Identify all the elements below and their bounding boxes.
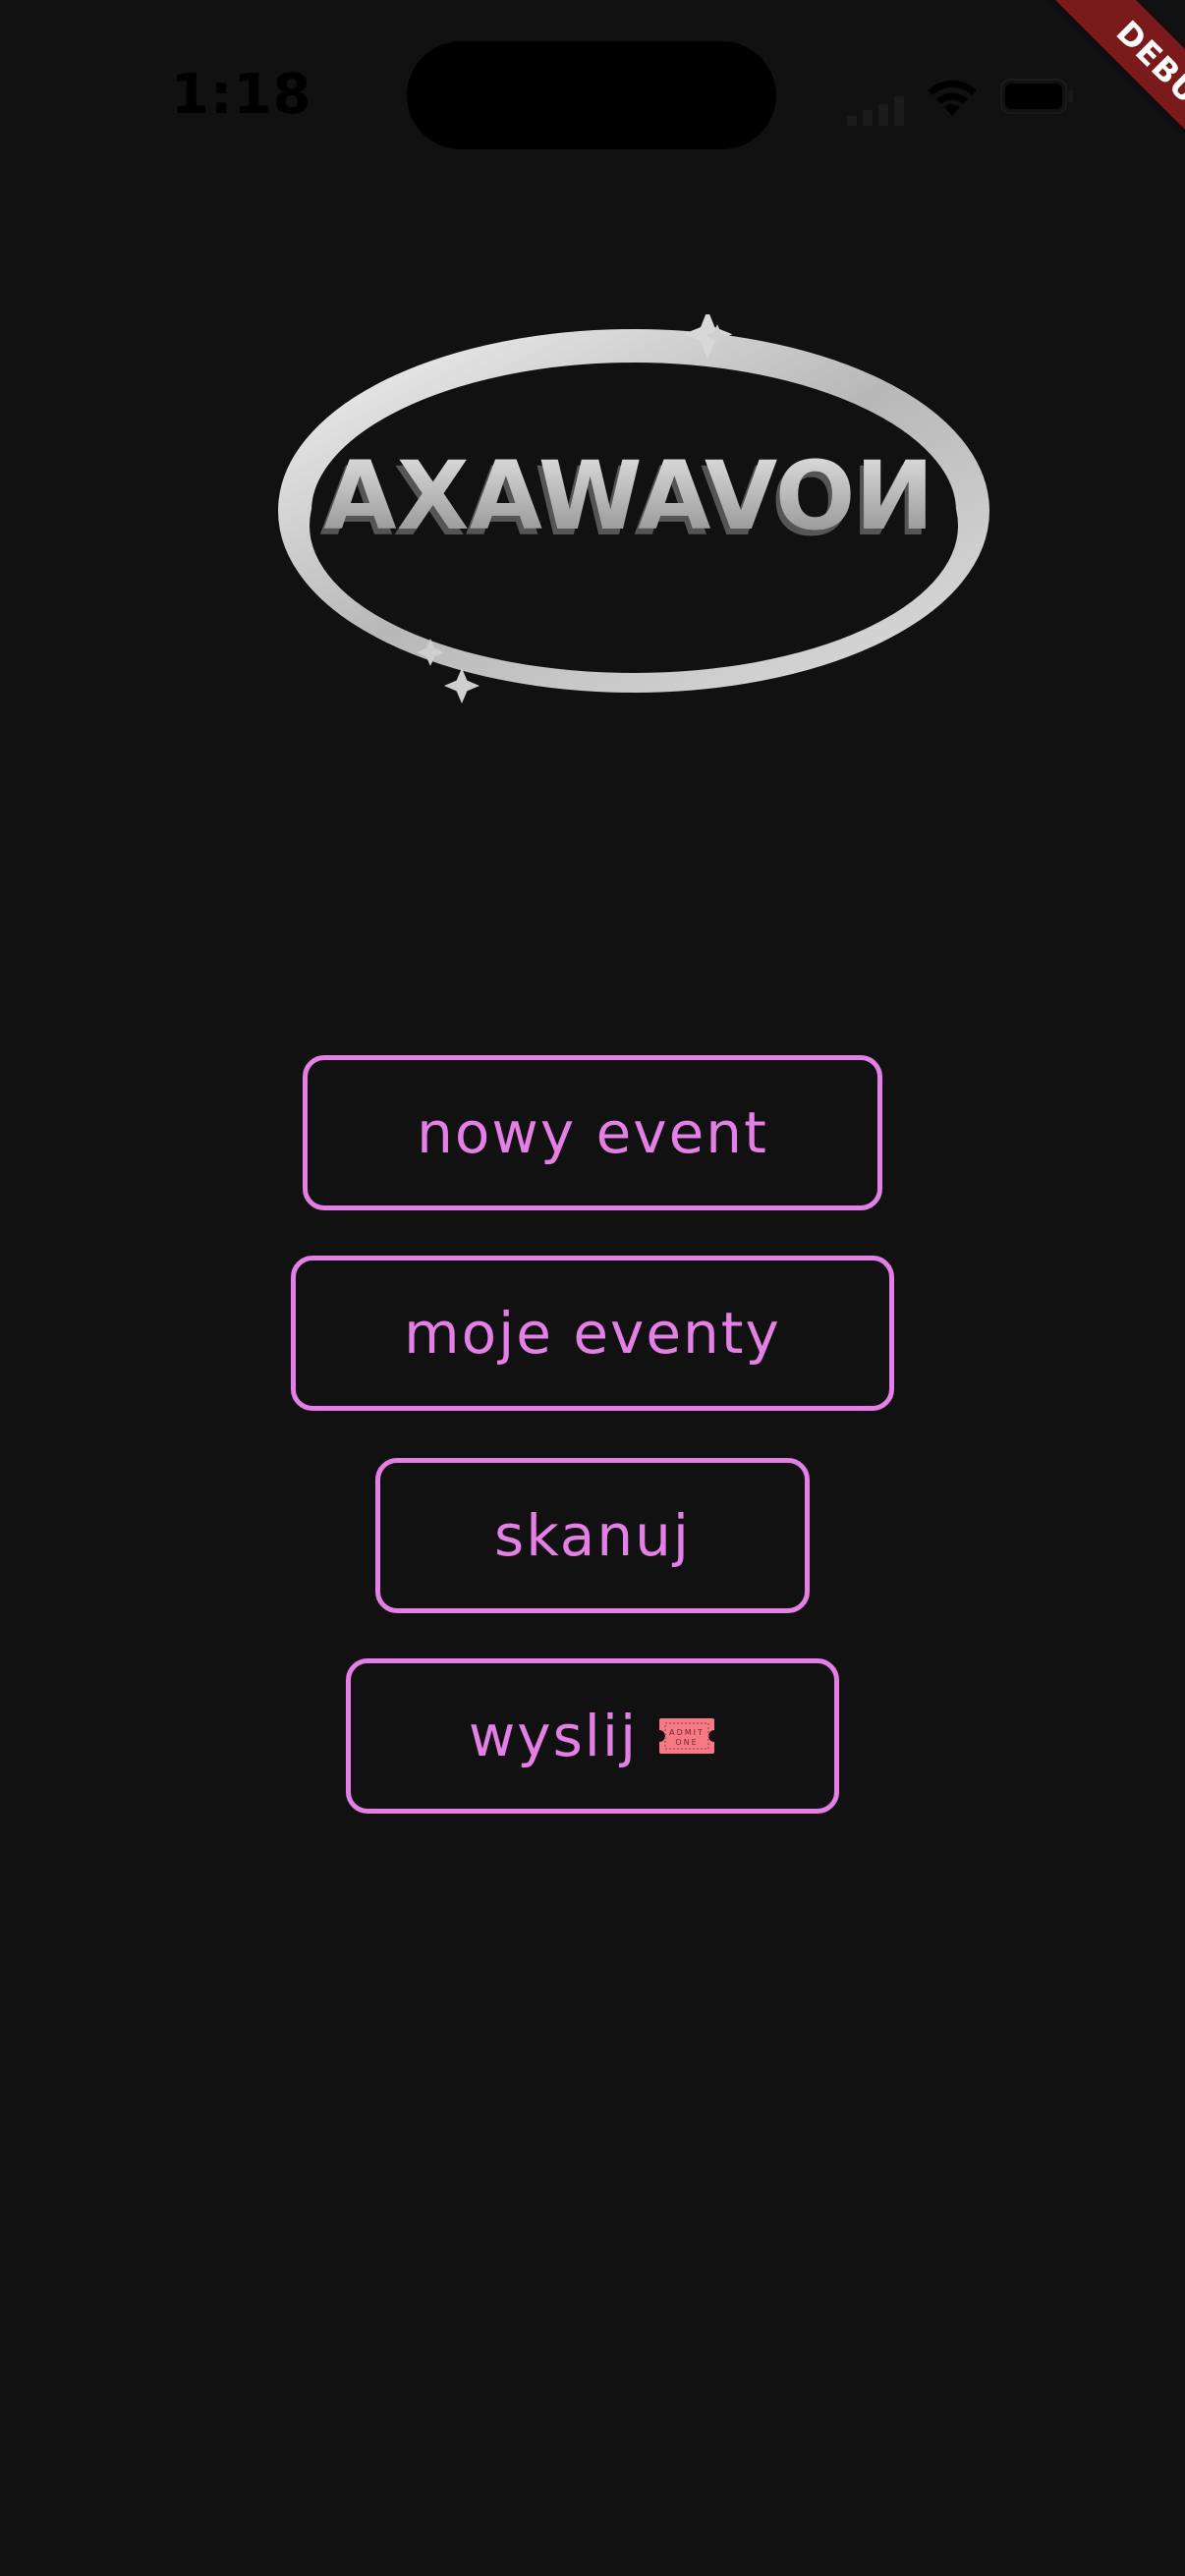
my-events-button[interactable]: moje eventy — [291, 1256, 894, 1411]
logo-text: NOVAWAXA — [323, 441, 933, 551]
send-ticket-button[interactable]: wyslij ADMIT ONE — [346, 1658, 839, 1814]
dynamic-island — [407, 41, 776, 149]
admit-one-ticket-icon: ADMIT ONE — [659, 1718, 715, 1754]
status-time: 1:18 — [171, 63, 312, 127]
app-logo: NOVAWAXA NOVAWAXA — [278, 314, 989, 703]
scan-button[interactable]: skanuj — [375, 1458, 810, 1613]
new-event-button[interactable]: nowy event — [303, 1055, 882, 1210]
send-label: wyslij — [468, 1703, 639, 1769]
my-events-label: moje eventy — [404, 1300, 781, 1367]
ticket-text-top: ADMIT — [669, 1728, 705, 1737]
signal-icon — [847, 96, 904, 126]
debug-band: DEBUG — [1036, 0, 1185, 196]
debug-label: DEBUG — [1108, 13, 1185, 131]
new-event-label: nowy event — [417, 1099, 768, 1166]
debug-banner: DEBUG — [988, 0, 1185, 196]
scan-label: skanuj — [494, 1502, 691, 1569]
wifi-icon — [928, 80, 977, 116]
ticket-text-bottom: ONE — [675, 1738, 698, 1747]
